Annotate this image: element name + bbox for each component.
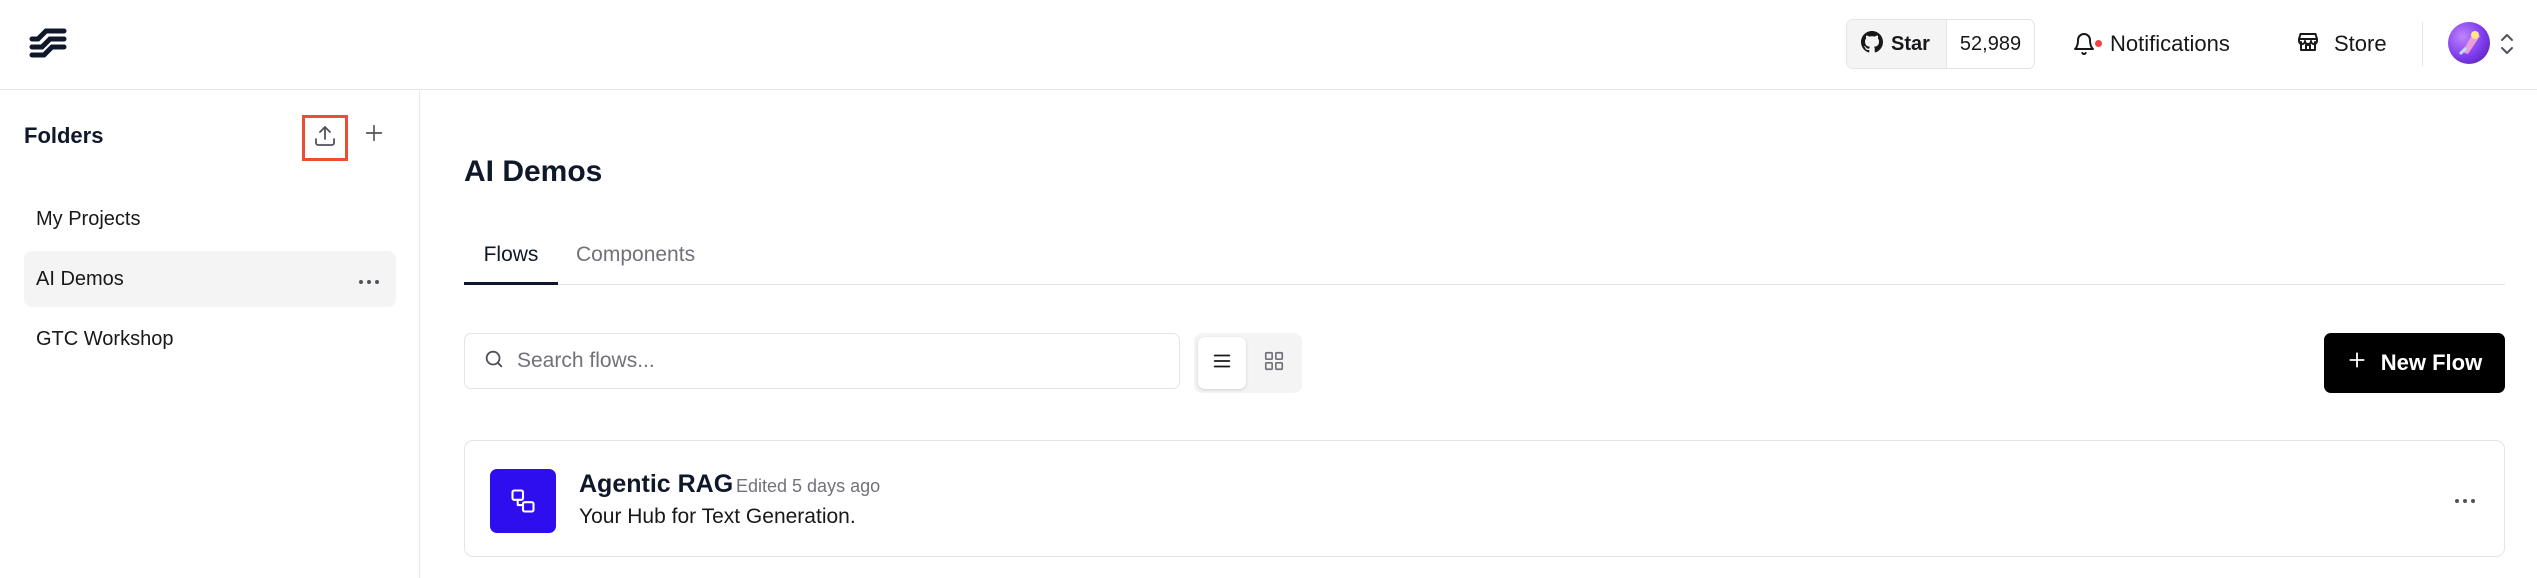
- notifications-label: Notifications: [2110, 31, 2230, 56]
- github-star-label: Star: [1891, 32, 1930, 55]
- plus-icon: [2347, 350, 2367, 376]
- tab-label: Flows: [483, 243, 539, 266]
- tab-flows[interactable]: Flows: [464, 236, 558, 285]
- header-divider: [2422, 22, 2423, 66]
- ellipsis-icon: [358, 268, 380, 291]
- flow-name: Agentic RAG: [579, 470, 734, 498]
- add-folder-button[interactable]: [360, 121, 388, 149]
- tab-label: Components: [576, 243, 696, 266]
- github-icon: [1861, 30, 1883, 58]
- folders-title: Folders: [24, 123, 104, 148]
- folder-item-my-projects[interactable]: My Projects: [24, 191, 396, 247]
- upload-icon: [313, 124, 337, 153]
- folder-options-button[interactable]: [356, 266, 382, 292]
- tab-components[interactable]: Components: [576, 236, 695, 285]
- upload-folder-button[interactable]: [302, 115, 348, 161]
- store-label: Store: [2334, 31, 2387, 56]
- notifications-button[interactable]: Notifications: [2072, 20, 2230, 68]
- github-star-button[interactable]: Star: [1847, 20, 1947, 68]
- flow-description: Your Hub for Text Generation.: [579, 505, 856, 528]
- folder-item-label: My Projects: [36, 207, 141, 230]
- bell-icon: [2072, 32, 2102, 56]
- chevron-up-down-icon[interactable]: [2498, 30, 2516, 58]
- folder-item-label: AI Demos: [36, 267, 124, 290]
- grid-icon: [1263, 350, 1285, 377]
- new-flow-label: New Flow: [2380, 350, 2483, 375]
- folders-sidebar: Folders My Projects AI Demos GTC Worksho…: [0, 91, 420, 578]
- tabs-bar: Flows Components: [464, 236, 2505, 285]
- search-icon: [483, 348, 505, 375]
- list-view-button[interactable]: [1198, 337, 1246, 389]
- folder-item-label: GTC Workshop: [36, 327, 174, 350]
- store-icon: [2296, 30, 2320, 59]
- list-icon: [1211, 350, 1233, 377]
- langflow-logo-icon[interactable]: [28, 26, 68, 64]
- folder-list: My Projects AI Demos GTC Workshop: [24, 191, 396, 371]
- store-button[interactable]: Store: [2296, 20, 2387, 68]
- flow-edited-time: Edited 5 days ago: [736, 476, 881, 496]
- avatar[interactable]: [2448, 22, 2490, 64]
- flow-card[interactable]: Agentic RAG Edited 5 days ago Your Hub f…: [464, 440, 2505, 557]
- top-header: Star 52,989 Notifications Store: [0, 0, 2537, 90]
- search-input[interactable]: [517, 349, 1137, 373]
- flow-options-button[interactable]: [2450, 485, 2480, 515]
- github-star-group[interactable]: Star 52,989: [1846, 19, 2036, 69]
- grid-view-button[interactable]: [1250, 337, 1298, 389]
- folder-item-gtc-workshop[interactable]: GTC Workshop: [24, 311, 396, 367]
- plus-icon: [363, 122, 385, 149]
- ellipsis-icon: [2454, 491, 2476, 509]
- view-toggle: [1194, 333, 1302, 393]
- group-icon: [490, 469, 556, 533]
- new-flow-button[interactable]: New Flow: [2324, 333, 2505, 393]
- github-star-count: 52,989: [1959, 32, 2022, 55]
- search-field[interactable]: [464, 333, 1180, 389]
- page-title: AI Demos: [464, 155, 603, 188]
- folder-item-ai-demos[interactable]: AI Demos: [24, 251, 396, 307]
- notification-dot: [2095, 40, 2102, 47]
